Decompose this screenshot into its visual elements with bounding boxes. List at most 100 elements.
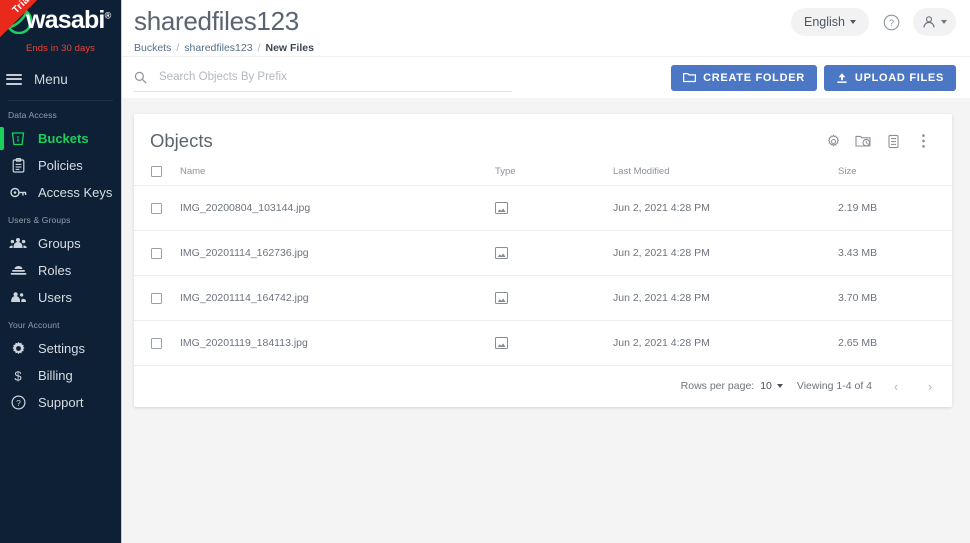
- svg-text:?: ?: [16, 398, 21, 408]
- sidebar-section-your-account: Your Account: [8, 320, 60, 330]
- objects-toolbar: [820, 128, 936, 154]
- breadcrumb-separator: /: [176, 42, 180, 54]
- row-checkbox[interactable]: [151, 292, 162, 304]
- app-root: Trial wasabi® Ends in 30 days Menu Data …: [0, 0, 970, 543]
- image-file-icon: [495, 292, 508, 304]
- sidebar-item-label: Groups: [38, 236, 81, 251]
- breadcrumb-separator: /: [257, 42, 261, 54]
- row-checkbox[interactable]: [151, 247, 162, 259]
- account-menu[interactable]: [913, 8, 956, 36]
- rows-per-page-value: 10: [760, 380, 772, 392]
- upload-files-button[interactable]: UPLOAD FILES: [823, 64, 956, 91]
- row-select-cell: [134, 275, 180, 321]
- sidebar-item-label: Policies: [38, 158, 83, 173]
- row-last-modified: Jun 2, 2021 4:28 PM: [613, 320, 838, 366]
- folder-icon: [683, 72, 697, 83]
- row-name[interactable]: IMG_20201119_184113.jpg: [180, 320, 495, 366]
- row-size: 3.70 MB: [838, 275, 952, 321]
- breadcrumb-current: New Files: [265, 42, 314, 54]
- sidebar-item-users[interactable]: Users: [0, 284, 121, 311]
- hamburger-icon: [6, 71, 22, 87]
- row-name[interactable]: IMG_20201114_162736.jpg: [180, 230, 495, 276]
- table-row[interactable]: IMG_20201114_164742.jpg Jun 2, 2021 4:28…: [134, 275, 952, 321]
- row-select-cell: [134, 320, 180, 366]
- objects-table-head: Name Type Last Modified Size: [134, 160, 952, 186]
- upload-files-label: UPLOAD FILES: [854, 71, 944, 84]
- svg-text:?: ?: [888, 18, 893, 28]
- settings-gear-icon[interactable]: [820, 128, 846, 154]
- sidebar-item-billing[interactable]: $ Billing: [0, 362, 121, 389]
- select-all-checkbox[interactable]: [151, 166, 162, 177]
- top-bar: sharedfiles123 Buckets / sharedfiles123 …: [122, 0, 970, 56]
- column-header-size[interactable]: Size: [838, 160, 952, 186]
- sidebar-item-support[interactable]: ? Support: [0, 389, 121, 416]
- help-circle-icon: ?: [883, 14, 899, 30]
- create-folder-button[interactable]: CREATE FOLDER: [671, 64, 817, 91]
- row-checkbox[interactable]: [151, 202, 162, 214]
- row-last-modified: Jun 2, 2021 4:28 PM: [613, 230, 838, 276]
- row-name[interactable]: IMG_20200804_103144.jpg: [180, 185, 495, 231]
- sidebar-item-label: Roles: [38, 263, 72, 278]
- rows-per-page-select[interactable]: 10: [760, 380, 783, 392]
- sidebar-item-roles[interactable]: Roles: [0, 257, 121, 284]
- create-folder-label: CREATE FOLDER: [703, 71, 805, 84]
- search-input[interactable]: [159, 71, 489, 83]
- chevron-down-icon: [941, 20, 947, 24]
- search-field-wrapper[interactable]: [134, 64, 512, 92]
- menu-toggle[interactable]: Menu: [0, 62, 121, 96]
- objects-table: Name Type Last Modified Size IMG_2020080…: [134, 160, 952, 366]
- row-name[interactable]: IMG_20201114_164742.jpg: [180, 275, 495, 321]
- sidebar-item-groups[interactable]: Groups: [0, 230, 121, 257]
- sidebar-item-buckets[interactable]: Buckets: [0, 125, 121, 152]
- trial-countdown: Ends in 30 days: [25, 43, 96, 54]
- row-last-modified: Jun 2, 2021 4:28 PM: [613, 185, 838, 231]
- brand-name: wasabi®: [26, 5, 111, 34]
- more-vertical-icon[interactable]: [910, 128, 936, 154]
- sidebar: Trial wasabi® Ends in 30 days Menu Data …: [0, 0, 122, 543]
- menu-label: Menu: [34, 71, 68, 87]
- row-size: 2.65 MB: [838, 320, 952, 366]
- row-last-modified: Jun 2, 2021 4:28 PM: [613, 275, 838, 321]
- question-icon: ?: [8, 394, 28, 412]
- upload-icon: [837, 72, 847, 83]
- sidebar-item-policies[interactable]: Policies: [0, 152, 121, 179]
- folder-history-icon[interactable]: [850, 128, 876, 154]
- help-button[interactable]: ?: [877, 8, 905, 36]
- prev-page-button[interactable]: ‹: [886, 376, 906, 396]
- column-header-type[interactable]: Type: [495, 160, 613, 186]
- clipboard-icon: [8, 157, 28, 175]
- table-row[interactable]: IMG_20200804_103144.jpg Jun 2, 2021 4:28…: [134, 185, 952, 231]
- chevron-down-icon: [850, 20, 856, 24]
- groups-icon: [8, 235, 28, 253]
- top-bar-actions: English ?: [791, 8, 956, 36]
- chevron-down-icon: [776, 384, 783, 388]
- breadcrumb-buckets[interactable]: Buckets: [134, 42, 171, 54]
- storage-icon[interactable]: [880, 128, 906, 154]
- pagination-bar: Rows per page: 10 Viewing 1-4 of 4 ‹ ›: [134, 366, 952, 407]
- breadcrumb-bucket[interactable]: sharedfiles123: [184, 42, 252, 54]
- column-header-name[interactable]: Name: [180, 160, 495, 186]
- viewing-range: Viewing 1-4 of 4: [796, 380, 872, 392]
- breadcrumb: Buckets / sharedfiles123 / New Files: [134, 42, 314, 54]
- objects-title: Objects: [150, 130, 213, 151]
- roles-icon: [8, 262, 28, 280]
- row-size: 2.19 MB: [838, 185, 952, 231]
- sidebar-item-access-keys[interactable]: Access Keys: [0, 179, 121, 206]
- image-file-icon: [495, 337, 508, 349]
- row-checkbox[interactable]: [151, 337, 162, 349]
- language-selector[interactable]: English: [791, 8, 869, 36]
- search-bar: CREATE FOLDER UPLOAD FILES: [122, 56, 970, 98]
- person-icon: [923, 16, 935, 28]
- table-row[interactable]: IMG_20201119_184113.jpg Jun 2, 2021 4:28…: [134, 320, 952, 366]
- object-action-buttons: CREATE FOLDER UPLOAD FILES: [671, 64, 956, 91]
- users-icon: [8, 289, 28, 307]
- language-label: English: [804, 15, 845, 29]
- dollar-icon: $: [8, 367, 28, 385]
- image-file-icon: [495, 202, 508, 214]
- next-page-button[interactable]: ›: [920, 376, 940, 396]
- sidebar-item-settings[interactable]: Settings: [0, 335, 121, 362]
- row-type: [495, 230, 613, 276]
- sidebar-item-label: Buckets: [38, 131, 89, 146]
- column-header-last-modified[interactable]: Last Modified: [613, 160, 838, 186]
- table-row[interactable]: IMG_20201114_162736.jpg Jun 2, 2021 4:28…: [134, 230, 952, 276]
